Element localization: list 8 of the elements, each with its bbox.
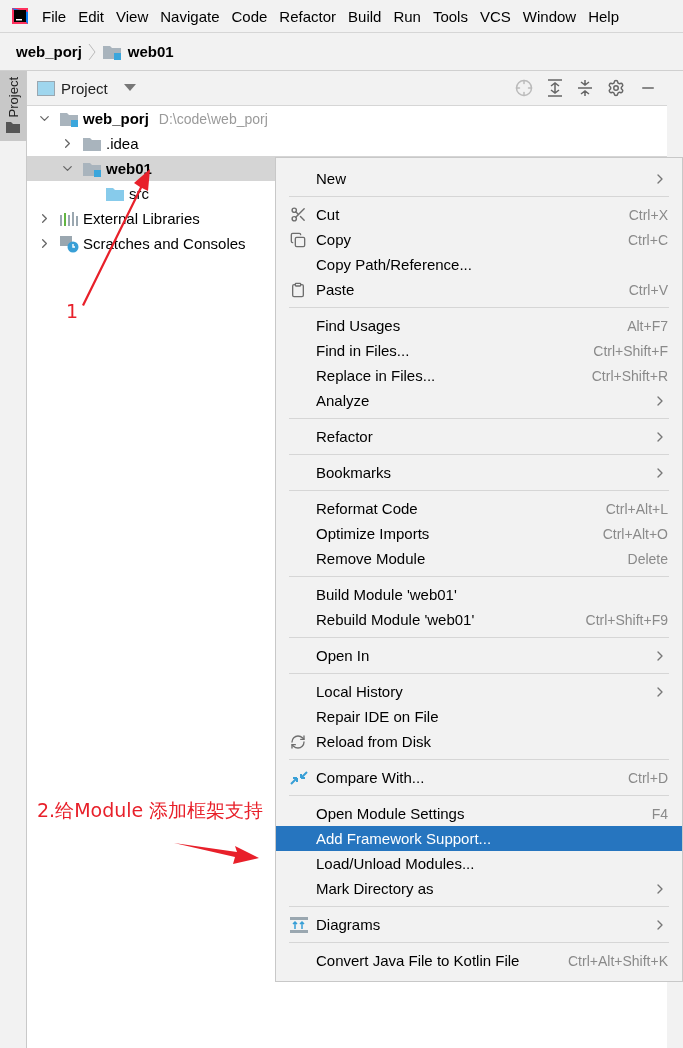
annotation-label: 2.给Module 添加框架支持 — [37, 798, 264, 823]
tree-item-label: .idea — [106, 135, 139, 152]
tree-item-label: web01 — [106, 160, 152, 177]
side-tab-label: Project — [5, 77, 21, 118]
panel-title: Project — [61, 79, 108, 97]
annotation-label: 1 — [66, 300, 79, 322]
tree-item-label: web_porj — [83, 110, 149, 127]
tree-item-path: D:\code\web_porj — [158, 110, 268, 127]
